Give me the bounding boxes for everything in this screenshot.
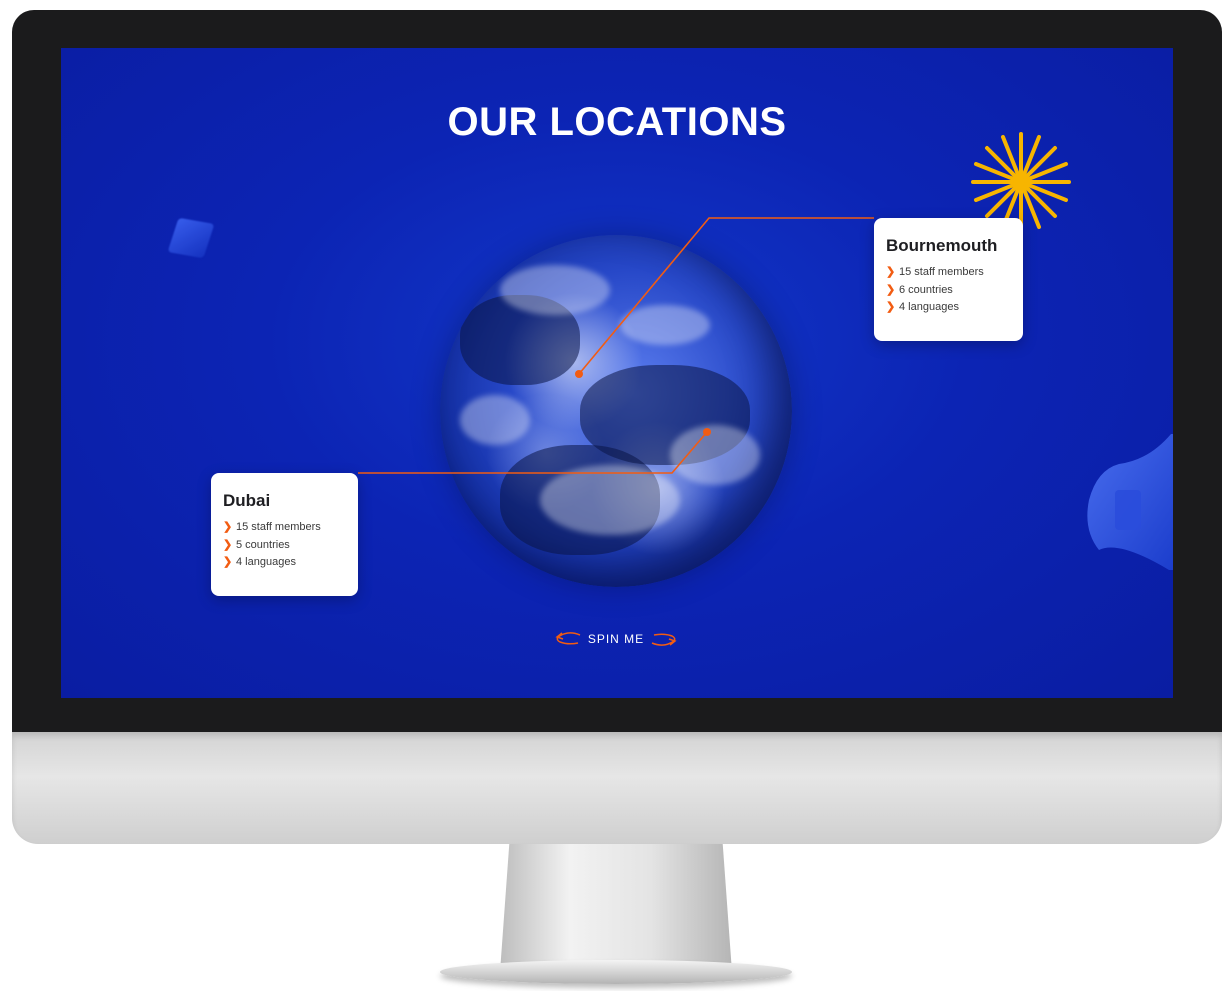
- chevron-right-icon: ❯: [886, 283, 896, 296]
- stat-text: 5 countries: [236, 538, 290, 551]
- stat-text: 6 countries: [899, 283, 953, 296]
- stat-text: 4 languages: [899, 301, 959, 313]
- stat-text: 15 staff members: [899, 266, 984, 278]
- chevron-right-icon: ❯: [886, 266, 896, 278]
- monitor-stand-neck: [500, 844, 732, 972]
- location-stats: ❯ 15 staff members ❯ 5 countries ❯ 4 lan…: [223, 519, 344, 572]
- connector-lines: [358, 217, 874, 474]
- marker-dubai: [703, 428, 711, 436]
- location-card-bournemouth[interactable]: Bournemouth ❯ 15 staff members ❯ 6 count…: [874, 218, 1023, 341]
- connector-dubai: [358, 431, 708, 474]
- location-stats: ❯ 15 staff members ❯ 6 countries ❯ 4 lan…: [886, 264, 1009, 317]
- location-name: Dubai: [223, 491, 271, 510]
- stat-text: 4 languages: [236, 556, 296, 568]
- chevron-right-icon: ❯: [223, 521, 233, 533]
- stat-item: ❯ 15 staff members: [223, 519, 344, 537]
- stat-item: ❯ 5 countries: [223, 537, 344, 555]
- monitor-stand-foot: [440, 960, 792, 984]
- stat-item: ❯ 6 countries: [886, 282, 1009, 300]
- marker-bournemouth: [575, 370, 583, 378]
- rotate-arrow-right-icon: [651, 633, 677, 646]
- chevron-right-icon: ❯: [223, 538, 233, 551]
- chevron-right-icon: ❯: [223, 556, 233, 568]
- rotate-arrow-left-icon: [555, 632, 581, 645]
- stat-item: ❯ 4 languages: [223, 554, 344, 572]
- stat-item: ❯ 15 staff members: [886, 264, 1009, 282]
- stat-text: 15 staff members: [236, 521, 321, 533]
- chevron-right-icon: ❯: [886, 301, 896, 313]
- connector-bournemouth: [578, 217, 874, 375]
- monitor-chin: [12, 732, 1222, 844]
- location-card-dubai[interactable]: Dubai ❯ 15 staff members ❯ 5 countries ❯…: [211, 473, 358, 596]
- spin-me-label: SPIN ME: [587, 632, 645, 646]
- stat-item: ❯ 4 languages: [886, 299, 1009, 317]
- location-name: Bournemouth: [886, 236, 998, 255]
- spin-me-control[interactable]: SPIN ME: [546, 628, 686, 650]
- screen: OUR LOCATIONS Bournemouth ❯ 15 staff mem…: [61, 48, 1173, 698]
